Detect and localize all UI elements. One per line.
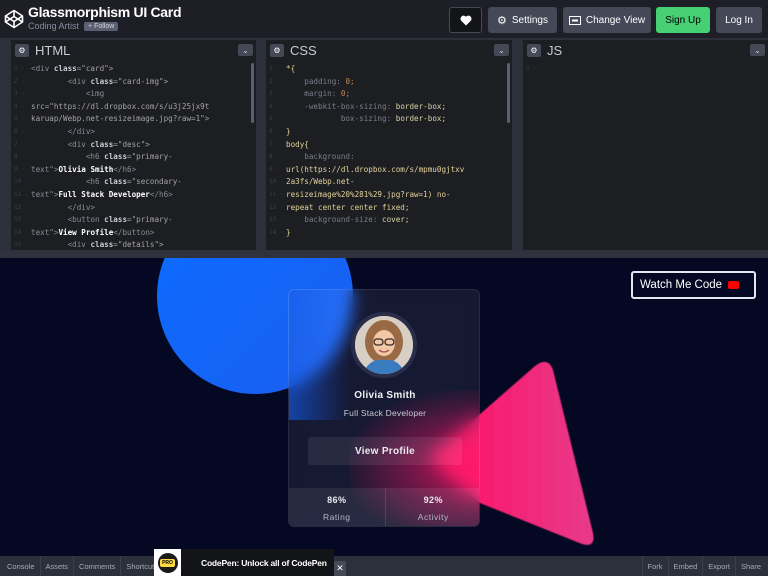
avatar xyxy=(351,312,417,378)
code-line: 11 · text">Full Stack Developer</h6> xyxy=(14,189,173,199)
html-settings-gear-icon[interactable]: ⚙ xyxy=(15,43,29,57)
top-header: Glassmorphism UI Card Coding Artist + Fo… xyxy=(0,0,768,38)
assets-button[interactable]: Assets xyxy=(41,556,75,576)
editor-area: ⚙ HTML ⌄ 1 · <div class="card"> 2 · <div c… xyxy=(0,38,768,250)
css-pane-title: CSS xyxy=(290,42,317,58)
watch-label: Watch Me Code xyxy=(640,279,723,291)
follow-button[interactable]: + Follow xyxy=(84,21,119,31)
avatar-photo xyxy=(355,316,413,374)
code-line: 6 · </div> xyxy=(14,126,96,136)
share-button[interactable]: Share xyxy=(734,556,766,576)
pro-badge-icon: PRO xyxy=(154,549,181,576)
stat-rating: 86% Rating xyxy=(289,488,385,526)
css-settings-gear-icon[interactable]: ⚙ xyxy=(270,43,284,57)
code-line: 7 · <div class="desc"> xyxy=(14,139,150,149)
profile-role: Full Stack Developer xyxy=(343,408,427,418)
code-line: 9 · url(https://dl.dropbox.com/s/mpmu0gjt… xyxy=(269,164,465,174)
settings-button[interactable]: ⚙ Settings xyxy=(488,7,557,33)
code-line: 5 · karuap/Webp.net-resizeimage.jpg?raw=1… xyxy=(14,114,210,124)
code-line: 5 · box-sizing: border-box; xyxy=(269,114,447,124)
pen-info: Glassmorphism UI Card Coding Artist + Fo… xyxy=(28,4,182,31)
like-button[interactable] xyxy=(449,7,482,33)
code-line: 2 · padding: 0; xyxy=(269,76,355,86)
code-line: 9 · text">Olivia Smith</h6> xyxy=(14,164,137,174)
export-button[interactable]: Export xyxy=(702,556,735,576)
preview-frame: Olivia Smith Full Stack Developer View P… xyxy=(0,258,768,556)
code-line: 10 · <h6 class="secondary- xyxy=(14,177,182,187)
change-view-button[interactable]: Change View xyxy=(563,7,651,33)
codepen-logo-icon[interactable] xyxy=(4,9,24,29)
code-line: 14 · text">View Profile</button> xyxy=(14,227,155,237)
stat-activity: 92% Activity xyxy=(384,488,480,526)
profile-name: Olivia Smith xyxy=(354,390,416,401)
code-line: 12 · </div> xyxy=(14,202,96,212)
code-line: 7 · body{ xyxy=(269,139,309,149)
code-line: 1 · *{ xyxy=(269,64,296,73)
code-line: 15 · <div class="details"> xyxy=(14,240,164,250)
console-button[interactable]: Console xyxy=(2,556,41,576)
stat-label: Rating xyxy=(322,511,351,522)
code-line: 8 · background: xyxy=(269,152,355,162)
code-line: 3 · <img xyxy=(14,89,105,99)
chevron-down-icon[interactable]: ⌄ xyxy=(238,44,253,56)
code-line: 13 · background-size: cover; xyxy=(269,215,410,225)
profile-card: Olivia Smith Full Stack Developer View P… xyxy=(288,289,480,527)
js-settings-gear-icon[interactable]: ⚙ xyxy=(527,43,541,57)
layout-icon xyxy=(568,15,581,25)
settings-label: Settings xyxy=(511,14,548,26)
profile-stats: 86% Rating 92% Activity xyxy=(289,488,480,526)
youtube-icon xyxy=(728,281,740,289)
code-line: 6 ·} xyxy=(269,126,291,136)
comments-button[interactable]: Comments xyxy=(74,556,122,576)
embed-button[interactable]: Embed xyxy=(667,556,703,576)
resize-handle[interactable] xyxy=(0,250,768,258)
chevron-down-icon[interactable]: ⌄ xyxy=(494,44,509,56)
bottom-bar: Console Assets Comments Shortcuts Fork E… xyxy=(0,556,768,576)
close-icon[interactable]: ✕ xyxy=(334,561,346,576)
code-line: 2 · <div class="card-img"> xyxy=(14,76,169,86)
stat-value: 86% xyxy=(327,494,347,505)
code-line: 11 · resizeimage%20%281%29.jpg?raw=1) no- xyxy=(269,189,451,199)
chevron-down-icon[interactable]: ⌄ xyxy=(750,44,765,56)
js-pane-title: JS xyxy=(547,42,563,58)
code-line: 3 · margin: 0; xyxy=(269,89,351,99)
watch-me-code-button[interactable]: Watch Me Code xyxy=(631,271,756,299)
stat-label: Activity xyxy=(417,511,449,522)
heart-icon xyxy=(460,15,471,25)
gear-icon: ⚙ xyxy=(496,14,507,27)
author-name[interactable]: Coding Artist xyxy=(28,21,79,31)
sign-up-button[interactable]: Sign Up xyxy=(656,7,710,33)
view-profile-button[interactable]: View Profile xyxy=(308,437,462,465)
code-line: 13 · <button class="primary- xyxy=(14,215,173,225)
html-pane-title: HTML xyxy=(35,42,71,58)
pro-upsell-text: CodePen: Unlock all of CodePen xyxy=(201,557,327,568)
code-line: 1 · <div class="card"> xyxy=(14,64,114,73)
html-editor-pane: ⚙ HTML ⌄ 1 · <div class="card"> 2 · <div c… xyxy=(11,40,256,250)
js-code-editor[interactable]: 1 · xyxy=(523,60,768,250)
change-view-label: Change View xyxy=(585,14,646,26)
code-line: 14 ·} xyxy=(269,227,291,237)
code-line: 12 · repeat center center fixed; xyxy=(269,202,410,212)
js-editor-pane: ⚙ JS ⌄ 1 · xyxy=(523,40,768,250)
code-line: 8 · <h6 class="primary- xyxy=(14,152,173,162)
html-code-editor[interactable]: 1 · <div class="card"> 2 · <div class="car… xyxy=(11,60,256,250)
code-line: 10 · 2a3fs/Webp.net- xyxy=(269,177,355,187)
code-line: 4 · -webkit-box-sizing: border-box; xyxy=(269,101,447,111)
log-in-button[interactable]: Log In xyxy=(716,7,762,33)
css-code-editor[interactable]: 1 · *{ 2 · padding: 0; 3 · margin: 0; 4 · -w… xyxy=(266,60,512,250)
code-line: 4 · src="https://dl.dropbox.com/s/u3j25jx… xyxy=(14,101,210,111)
fork-button[interactable]: Fork xyxy=(641,556,668,576)
pro-upsell-banner[interactable]: PRO CodePen: Unlock all of CodePen xyxy=(154,549,334,576)
pen-title[interactable]: Glassmorphism UI Card xyxy=(28,4,182,20)
stat-value: 92% xyxy=(423,494,443,505)
css-editor-pane: ⚙ CSS ⌄ 1 · *{ 2 · padding: 0; 3 · margin: … xyxy=(266,40,512,250)
